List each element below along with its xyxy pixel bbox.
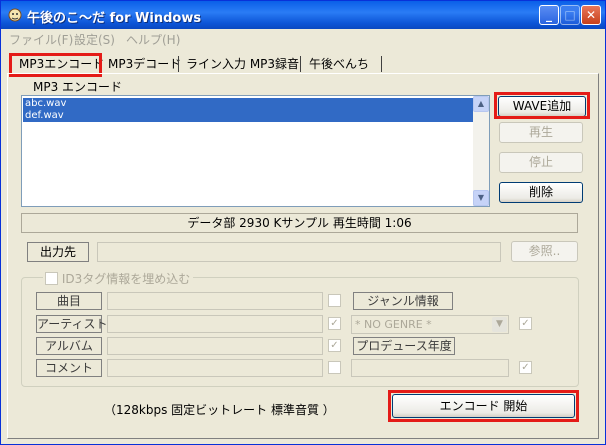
comment-field[interactable] bbox=[107, 359, 323, 377]
minimize-button[interactable]: _ bbox=[539, 5, 559, 25]
browse-button[interactable]: 参照.. bbox=[511, 241, 578, 262]
tab-line-in-record[interactable]: ライン入力 MP3録音 bbox=[182, 55, 303, 73]
title-field[interactable] bbox=[107, 292, 323, 310]
artist-checkbox[interactable]: ✓ bbox=[328, 317, 341, 330]
menu-bar: ファイル(F) 設定(S) ヘルプ(H) bbox=[1, 29, 605, 49]
id3-checkbox[interactable] bbox=[45, 272, 58, 285]
artist-label: アーティスト bbox=[36, 315, 108, 333]
section-label: MP3 エンコード bbox=[33, 80, 123, 94]
bitrate-text: （128kbps 固定ビットレート 標準音質 ） bbox=[104, 403, 335, 417]
comment-label: コメント bbox=[36, 359, 102, 377]
status-text: データ部 2930 Kサンプル 再生時間 1:06 bbox=[21, 213, 578, 233]
highlight-encode bbox=[388, 390, 579, 422]
app-window: 午後のこ〜だ for Windows _ □ ✕ ファイル(F) 設定(S) ヘ… bbox=[0, 0, 606, 445]
close-button[interactable]: ✕ bbox=[581, 5, 601, 25]
tab-mp3-decode[interactable]: MP3デコード bbox=[104, 55, 185, 73]
list-item[interactable]: def.wav bbox=[23, 110, 473, 122]
scroll-down-icon[interactable]: ▼ bbox=[473, 190, 489, 206]
id3-checkbox-wrap[interactable]: ID3タグ情報を埋め込む bbox=[43, 270, 194, 287]
output-path-field[interactable] bbox=[97, 242, 501, 262]
id3-checkbox-label: ID3タグ情報を埋め込む bbox=[61, 272, 191, 286]
comment-checkbox[interactable] bbox=[328, 361, 341, 374]
play-button[interactable]: 再生 bbox=[499, 122, 583, 143]
title-checkbox[interactable] bbox=[328, 294, 341, 307]
year-checkbox[interactable]: ✓ bbox=[519, 361, 532, 374]
delete-button[interactable]: 削除 bbox=[499, 182, 583, 203]
genre-checkbox[interactable]: ✓ bbox=[519, 317, 532, 330]
album-checkbox[interactable]: ✓ bbox=[328, 339, 341, 352]
tab-separator bbox=[381, 56, 382, 72]
year-label: プロデュース年度 bbox=[353, 337, 455, 355]
tab-gogo-bench[interactable]: 午後べんち bbox=[305, 55, 373, 73]
app-icon bbox=[8, 8, 22, 22]
list-scrollbar[interactable]: ▲ ▼ bbox=[473, 96, 489, 206]
album-label: アルバム bbox=[36, 337, 102, 355]
list-item[interactable]: abc.wav bbox=[23, 98, 473, 110]
menu-file[interactable]: ファイル(F) bbox=[9, 31, 73, 48]
genre-dropdown[interactable]: * NO GENRE * ▼ bbox=[351, 315, 509, 334]
file-list[interactable]: abc.wav def.wav ▲ ▼ bbox=[21, 95, 490, 207]
title-label: 曲目 bbox=[36, 292, 102, 310]
title-bar[interactable]: 午後のこ〜だ for Windows _ □ ✕ bbox=[1, 1, 605, 29]
window-title: 午後のこ〜だ for Windows bbox=[27, 11, 202, 26]
highlight-add-wave bbox=[494, 92, 590, 119]
tab-separator bbox=[178, 56, 179, 72]
album-field[interactable] bbox=[107, 337, 323, 355]
stop-button[interactable]: 停止 bbox=[499, 152, 583, 173]
tab-separator bbox=[300, 56, 301, 72]
maximize-button[interactable]: □ bbox=[560, 5, 580, 25]
scroll-up-icon[interactable]: ▲ bbox=[473, 96, 489, 112]
output-label: 出力先 bbox=[27, 242, 89, 262]
year-field[interactable] bbox=[351, 359, 509, 377]
chevron-down-icon[interactable]: ▼ bbox=[492, 317, 507, 332]
artist-field[interactable] bbox=[107, 315, 323, 333]
genre-value: * NO GENRE * bbox=[355, 318, 432, 331]
menu-settings[interactable]: 設定(S) bbox=[74, 31, 115, 48]
menu-help[interactable]: ヘルプ(H) bbox=[126, 31, 180, 48]
genre-label: ジャンル情報 bbox=[353, 292, 453, 310]
